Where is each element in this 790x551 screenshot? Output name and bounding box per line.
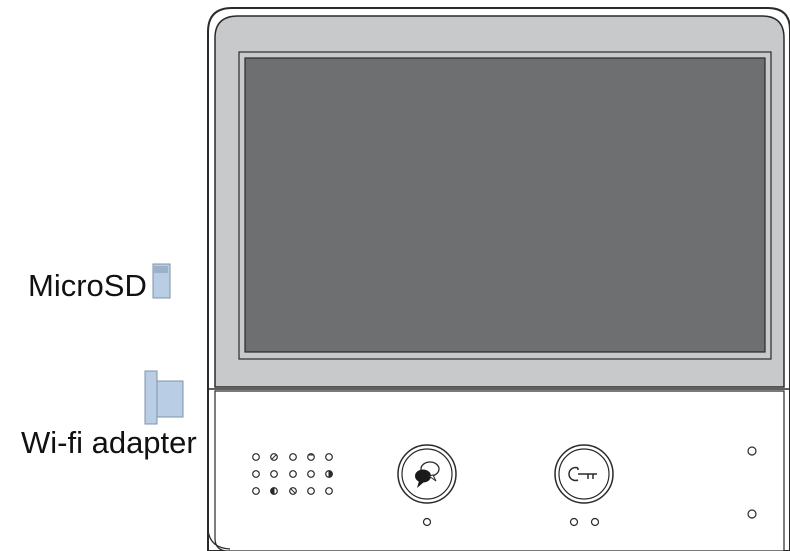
unlock-indicator-led-2 [590,517,600,527]
talk-button[interactable] [397,444,457,504]
microsd-card-icon [152,263,171,299]
display-screen [238,51,772,360]
intercom-monitor-diagram: MicroSD Wi-fi adapter [21,7,790,551]
status-led-bottom [747,509,757,519]
unlock-indicator-led-1 [569,517,579,527]
unlock-button[interactable] [554,444,614,504]
talk-indicator-led [422,517,432,527]
wifi-adapter-icon [144,370,184,425]
wifi-adapter-label: Wi-fi adapter [21,425,197,460]
status-led-top [747,446,757,456]
control-panel [214,390,785,551]
microsd-label: MicroSD [28,268,147,303]
